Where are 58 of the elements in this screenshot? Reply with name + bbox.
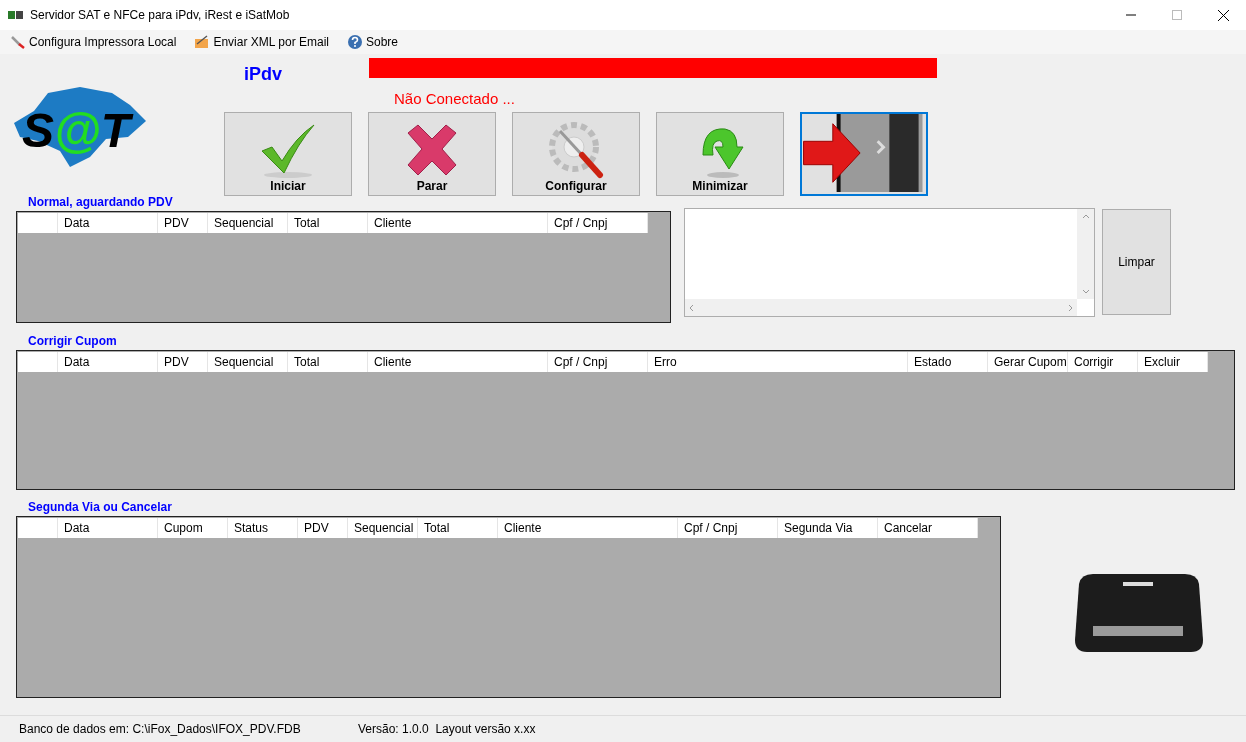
exit-button[interactable] <box>800 112 928 196</box>
column-header[interactable]: Gerar Cupom <box>988 352 1068 372</box>
column-header[interactable]: Total <box>288 352 368 372</box>
column-header[interactable]: Total <box>418 518 498 538</box>
gear-screwdriver-icon <box>546 119 606 179</box>
menu-item[interactable]: Configura Impressora Local <box>8 34 179 50</box>
column-header[interactable]: Data <box>58 518 158 538</box>
column-header[interactable]: PDV <box>298 518 348 538</box>
row-header-cell <box>18 518 58 538</box>
database-path: Banco de dados em: C:\iFox_Dados\IFOX_PDV.FDB <box>19 722 302 736</box>
menu-item[interactable]: Sobre <box>345 34 401 50</box>
tool-icon <box>10 34 26 50</box>
column-header[interactable]: Cancelar <box>878 518 978 538</box>
column-header[interactable]: Sequencial <box>208 213 288 233</box>
column-header[interactable]: Cpf / Cnpj <box>548 352 648 372</box>
row-header-cell <box>18 213 58 233</box>
column-header[interactable]: Estado <box>908 352 988 372</box>
window-title: Servidor SAT e NFCe para iPdv, iRest e iSatMob <box>30 8 291 22</box>
column-header[interactable]: Total <box>288 213 368 233</box>
vertical-scrollbar[interactable] <box>1077 209 1094 299</box>
maximize-icon <box>1172 10 1182 20</box>
exit-door-icon <box>802 114 926 192</box>
pen-icon <box>194 34 211 50</box>
column-header[interactable]: Segunda Via <box>778 518 878 538</box>
column-header[interactable]: Corrigir <box>1068 352 1138 372</box>
clear-button[interactable]: Limpar <box>1102 209 1171 315</box>
column-header[interactable]: PDV <box>158 213 208 233</box>
action-button[interactable]: Iniciar <box>224 112 352 196</box>
action-button[interactable]: Configurar <box>512 112 640 196</box>
module-label: iPdv <box>244 64 283 85</box>
column-header[interactable]: Cpf / Cnpj <box>548 213 648 233</box>
menu-item[interactable]: Enviar XML por Email <box>192 34 331 50</box>
column-header[interactable]: Excluir <box>1138 352 1208 372</box>
section-title: Normal, aguardando PDV <box>28 195 174 211</box>
horizontal-scrollbar[interactable] <box>685 299 1077 316</box>
connection-status: Não Conectado ... <box>394 90 516 107</box>
action-button[interactable]: Parar <box>368 112 496 196</box>
column-header[interactable]: Cliente <box>498 518 678 538</box>
column-header[interactable]: Status <box>228 518 298 538</box>
column-header[interactable]: Data <box>58 352 158 372</box>
column-header[interactable]: Cliente <box>368 213 548 233</box>
section-title: Corrigir Cupom <box>28 334 118 350</box>
column-header[interactable]: Data <box>58 213 158 233</box>
column-header[interactable]: Erro <box>648 352 908 372</box>
log-textbox[interactable] <box>684 208 1095 317</box>
version-info: Versão: 1.0.0 Layout versão x.xx <box>358 722 536 736</box>
help-icon <box>347 34 363 50</box>
column-header[interactable]: Cliente <box>368 352 548 372</box>
action-button[interactable]: Minimizar <box>656 112 784 196</box>
column-header[interactable]: Sequencial <box>208 352 288 372</box>
column-header[interactable]: PDV <box>158 352 208 372</box>
column-header[interactable]: Cupom <box>158 518 228 538</box>
app-icon <box>8 10 24 20</box>
column-header[interactable]: Cpf / Cnpj <box>678 518 778 538</box>
close-icon <box>1217 9 1229 21</box>
row-header-cell <box>18 352 58 372</box>
column-header[interactable]: Sequencial <box>348 518 418 538</box>
section-title: Segunda Via ou Cancelar <box>28 500 173 516</box>
